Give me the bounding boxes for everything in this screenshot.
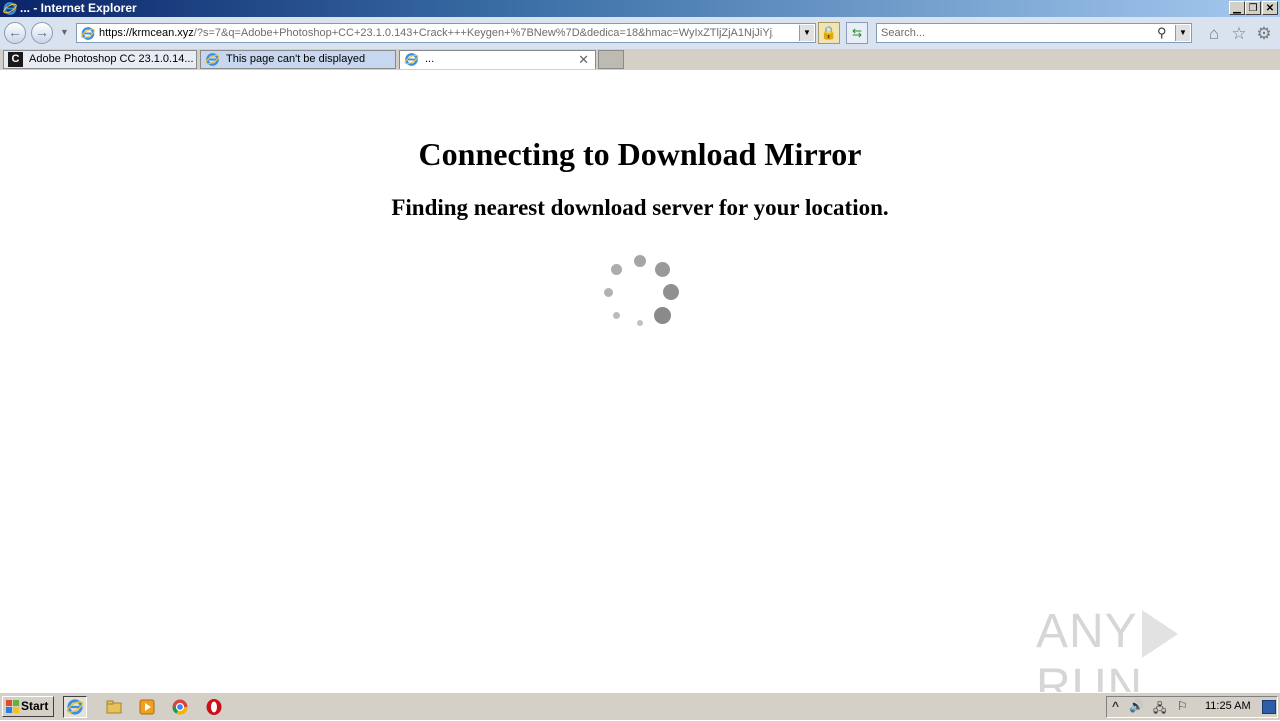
volume-icon[interactable]: 🔊 [1129, 699, 1144, 713]
spinner-dot [634, 255, 646, 267]
taskbar-chrome-button[interactable] [168, 696, 192, 718]
search-icon[interactable]: ⚲ [1157, 25, 1167, 41]
spinner-dot [663, 284, 679, 300]
taskbar-media-player-button[interactable] [135, 696, 159, 718]
network-icon[interactable]: 🖧 [1153, 699, 1166, 720]
address-bar[interactable]: https://krmcean.xyz/?s=7&q=Adobe+Photosh… [76, 23, 816, 43]
page-heading: Connecting to Download Mirror [418, 136, 862, 172]
tab-label: This page can't be displayed [226, 53, 366, 65]
history-dropdown-icon[interactable]: ▼ [60, 27, 69, 37]
c-site-icon: C [8, 52, 23, 67]
tab-bar: C Adobe Photoshop CC 23.1.0.14... This p… [0, 49, 1280, 70]
system-tray: ^ 🔊 🖧 ⚐ 11:25 AM [1106, 696, 1278, 718]
show-desktop-icon[interactable] [1262, 700, 1276, 714]
spinner-dot [655, 262, 670, 277]
clock[interactable]: 11:25 AM [1205, 700, 1251, 712]
windows-flag-icon [6, 700, 19, 713]
spinner-dot [611, 264, 622, 275]
settings-gear-icon[interactable]: ⚙ [1254, 24, 1274, 44]
start-button[interactable]: Start [2, 696, 54, 717]
play-logo-icon [1141, 610, 1178, 659]
loading-spinner [592, 250, 688, 346]
home-icon[interactable]: ⌂ [1204, 24, 1224, 44]
navigation-bar: ← → ▼ https://krmcean.xyz/?s=7&q=Adobe+P… [0, 17, 1280, 50]
start-label: Start [21, 699, 49, 713]
opera-icon [206, 699, 222, 715]
taskbar: Start ^ 🔊 🖧 ⚐ 11:25 AM [0, 692, 1280, 720]
explorer-folder-icon [106, 700, 122, 714]
tab-label: ... [425, 53, 435, 65]
close-button[interactable]: ✕ [1262, 1, 1278, 15]
minimize-button[interactable]: ▁ [1229, 1, 1245, 15]
restore-button[interactable]: ❐ [1245, 1, 1261, 15]
address-host: https://krmcean.xyz [99, 27, 194, 39]
page-subheading: Finding nearest download server for your… [391, 195, 889, 220]
taskbar-opera-button[interactable] [202, 696, 226, 718]
tab-photoshop[interactable]: C Adobe Photoshop CC 23.1.0.14... [3, 50, 197, 69]
ie-icon [3, 2, 17, 15]
tab-page-cant-display[interactable]: This page can't be displayed [200, 50, 396, 69]
watermark-left-text: ANY [1036, 605, 1138, 658]
address-path: /?s=7&q=Adobe+Photoshop+CC+23.1.0.143+Cr… [193, 27, 773, 39]
taskbar-ie-button[interactable] [63, 696, 87, 718]
address-url[interactable]: https://krmcean.xyz/?s=7&q=Adobe+Photosh… [99, 26, 773, 41]
refresh-icon: ⇆ [851, 26, 863, 40]
ie-page-icon [205, 53, 220, 66]
favorites-star-icon[interactable]: ☆ [1229, 24, 1249, 44]
forward-arrow-icon: → [35, 24, 49, 40]
ie-icon [66, 699, 84, 715]
chrome-icon [172, 699, 188, 715]
forward-button[interactable]: → [31, 22, 53, 44]
page-content: Connecting to Download Mirror Finding ne… [0, 70, 1280, 713]
ie-page-icon [81, 27, 95, 40]
spinner-dot [613, 312, 620, 319]
window-title: ... - Internet Explorer [20, 1, 137, 15]
spinner-dot [604, 288, 613, 297]
lock-icon: 🔒 [820, 25, 838, 40]
back-button[interactable]: ← [4, 22, 26, 44]
security-lock-button[interactable]: 🔒 [818, 22, 840, 44]
search-box[interactable]: ⚲ ▼ [876, 23, 1192, 43]
refresh-button[interactable]: ⇆ [846, 22, 868, 44]
ie-page-icon [404, 53, 419, 66]
taskbar-explorer-button[interactable] [102, 696, 126, 718]
close-tab-icon[interactable]: ✕ [578, 51, 589, 68]
new-tab-button[interactable] [598, 50, 624, 69]
show-hidden-icons-icon[interactable]: ^ [1112, 699, 1119, 713]
title-bar: ... - Internet Explorer ▁ ❐ ✕ [0, 0, 1280, 17]
tab-active[interactable]: ... ✕ [399, 50, 596, 69]
action-center-flag-icon[interactable]: ⚐ [1177, 699, 1188, 713]
back-arrow-icon: ← [8, 24, 22, 40]
spinner-dot [654, 307, 671, 324]
spinner-dot [637, 320, 643, 326]
search-dropdown-button[interactable]: ▼ [1175, 25, 1190, 41]
search-input[interactable] [881, 26, 1151, 40]
address-dropdown-button[interactable]: ▼ [799, 25, 814, 41]
media-player-icon [139, 699, 155, 715]
tab-label: Adobe Photoshop CC 23.1.0.14... [29, 53, 194, 65]
